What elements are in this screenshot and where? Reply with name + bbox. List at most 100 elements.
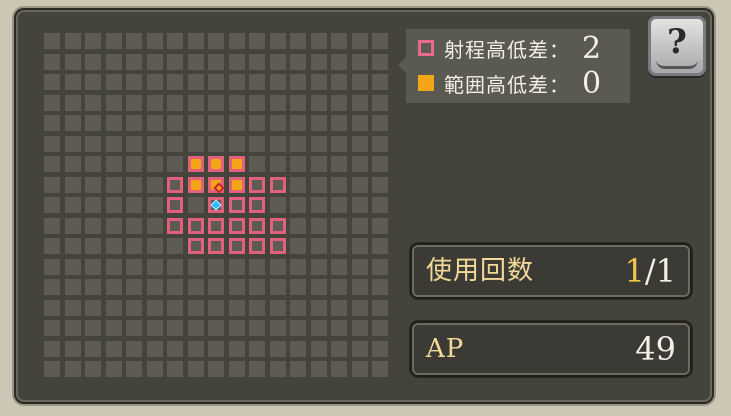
grid-cell: [352, 361, 368, 377]
grid-cell: [147, 74, 163, 90]
grid-cell: [65, 218, 81, 234]
grid-cell: [126, 33, 142, 49]
grid-cell: [331, 361, 347, 377]
grid-cell: [65, 95, 81, 111]
grid-cell: [249, 115, 265, 131]
grid-cell: [126, 136, 142, 152]
grid-cell: [208, 33, 224, 49]
grid-cell: [311, 115, 327, 131]
grid-cell: [167, 136, 183, 152]
grid-cell: [352, 197, 368, 213]
grid-cell: [188, 279, 204, 295]
grid-cell: [311, 54, 327, 70]
grid-cell: [147, 156, 163, 172]
grid-cell: [229, 300, 245, 316]
grid-cell: [290, 341, 306, 357]
grid-cell: [311, 197, 327, 213]
grid-cell: [331, 54, 347, 70]
grid-cell: [85, 156, 101, 172]
grid-cell: [85, 259, 101, 275]
help-button[interactable]: ?: [648, 16, 706, 76]
grid-cell: [372, 33, 388, 49]
grid-cell: [188, 136, 204, 152]
grid-cell: [270, 197, 286, 213]
range-cell: [249, 177, 265, 193]
grid-cell: [44, 156, 60, 172]
range-cell: [270, 238, 286, 254]
grid-cell: [290, 177, 306, 193]
grid-cell: [65, 238, 81, 254]
range-cell: [229, 238, 245, 254]
grid-cell: [352, 320, 368, 336]
grid-cell: [147, 320, 163, 336]
grid-cell: [147, 218, 163, 234]
range-cell: [167, 218, 183, 234]
grid-cell: [229, 361, 245, 377]
grid-cell: [290, 320, 306, 336]
grid-cell: [249, 54, 265, 70]
grid-cell: [188, 197, 204, 213]
grid-cell: [85, 341, 101, 357]
usage-max: 1: [655, 252, 676, 290]
grid-cell: [290, 156, 306, 172]
grid-cell: [352, 300, 368, 316]
grid-cell: [106, 197, 122, 213]
grid-cell: [352, 136, 368, 152]
grid-cell: [331, 115, 347, 131]
grid-cell: [147, 95, 163, 111]
grid-cell: [208, 115, 224, 131]
grid-cell: [44, 341, 60, 357]
range-cell: [249, 238, 265, 254]
grid-cell: [85, 177, 101, 193]
grid-cell: [249, 300, 265, 316]
grid-cell: [188, 259, 204, 275]
grid-cell: [126, 156, 142, 172]
grid-cell: [331, 95, 347, 111]
grid-cell: [229, 54, 245, 70]
grid-cell: [270, 279, 286, 295]
grid-cell: [147, 115, 163, 131]
grid-cell: [106, 95, 122, 111]
grid-cell: [331, 259, 347, 275]
grid-cell: [229, 341, 245, 357]
grid-cell: [229, 259, 245, 275]
grid-cell: [188, 74, 204, 90]
grid-cell: [331, 197, 347, 213]
grid-cell: [106, 177, 122, 193]
area-cell: [229, 156, 245, 172]
caster-position-icon: [210, 199, 222, 211]
grid-cell: [352, 156, 368, 172]
grid-cell: [311, 341, 327, 357]
grid-cell: [65, 156, 81, 172]
grid-cell: [147, 300, 163, 316]
usage-count-label: 使用回数: [426, 256, 535, 286]
grid-cell: [331, 341, 347, 357]
grid-cell: [85, 115, 101, 131]
grid-cell: [229, 33, 245, 49]
grid-cell: [270, 320, 286, 336]
grid-cell: [249, 156, 265, 172]
grid-cell: [290, 115, 306, 131]
grid-cell: [44, 320, 60, 336]
range-height-label: 射程高低差：: [444, 37, 570, 62]
grid-cell: [65, 361, 81, 377]
grid-cell: [106, 136, 122, 152]
grid-cell: [229, 279, 245, 295]
grid-cell: [290, 54, 306, 70]
grid-cell: [106, 54, 122, 70]
grid-cell: [167, 238, 183, 254]
range-swatch-icon: [418, 40, 434, 56]
grid-cell: [44, 95, 60, 111]
grid-cell: [44, 300, 60, 316]
grid-cell: [249, 136, 265, 152]
grid-cell: [167, 115, 183, 131]
grid-cell: [372, 320, 388, 336]
grid-cell: [44, 218, 60, 234]
grid-cell: [311, 218, 327, 234]
grid-cell: [106, 238, 122, 254]
grid-cell: [311, 361, 327, 377]
grid-cell: [270, 300, 286, 316]
grid-cell: [352, 95, 368, 111]
grid-cell: [249, 341, 265, 357]
grid-cell: [44, 33, 60, 49]
